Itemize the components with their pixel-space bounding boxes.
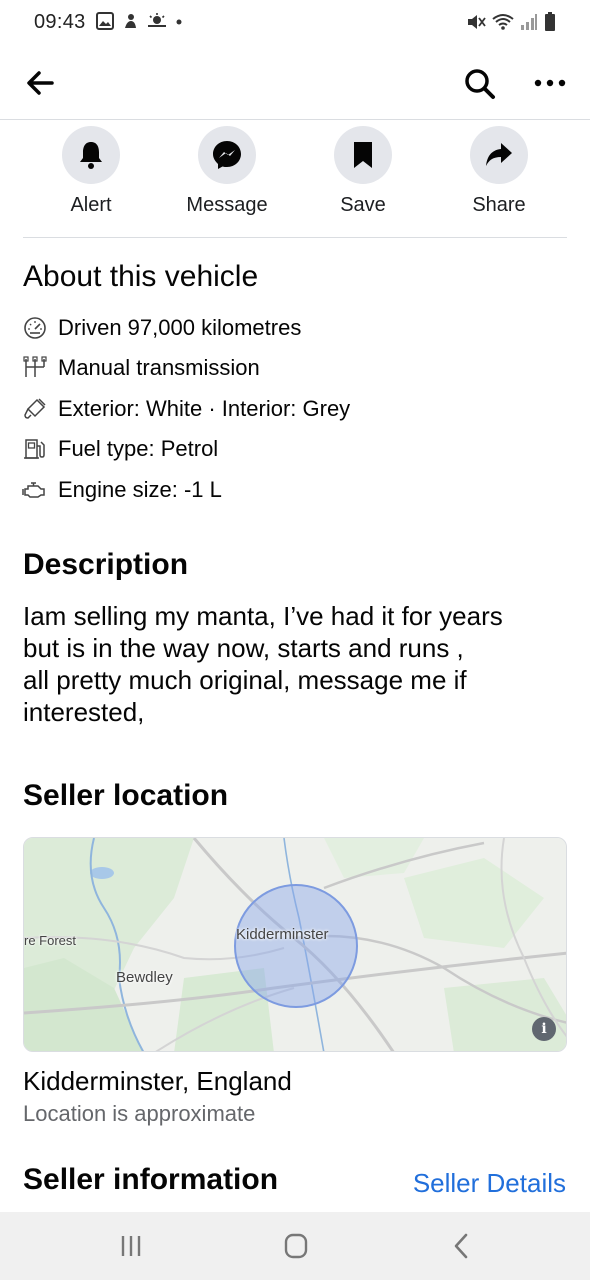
nav-back-icon[interactable]	[441, 1230, 481, 1262]
location-map[interactable]: Kidderminster Bewdley re Forest i	[23, 837, 567, 1052]
map-label-bewdley: Bewdley	[116, 969, 173, 986]
battery-icon	[544, 12, 556, 37]
gearbox-icon	[22, 355, 48, 381]
recent-apps-icon[interactable]	[111, 1230, 151, 1262]
alert-label: Alert	[70, 194, 112, 216]
seller-details-link[interactable]: Seller Details	[413, 1168, 566, 1199]
message-button[interactable]: Message	[167, 126, 287, 217]
map-info-icon[interactable]: i	[532, 1017, 556, 1041]
spec-transmission: Manual transmission	[22, 353, 260, 383]
location-note: Location is approximate	[23, 1101, 256, 1126]
speedometer-icon	[22, 315, 48, 341]
spec-text: Driven 97,000 kilometres	[58, 315, 302, 340]
about-title: About this vehicle	[23, 260, 259, 293]
weather-icon	[146, 12, 168, 35]
spec-text: Fuel type: Petrol	[58, 436, 219, 461]
search-icon[interactable]	[462, 66, 498, 102]
map-label-kidderminster: Kidderminster	[236, 926, 329, 943]
wifi-icon	[492, 13, 514, 36]
signal-icon	[520, 13, 538, 36]
spec-text: Exterior: White · Interior: Grey	[58, 396, 351, 421]
gallery-icon	[96, 12, 114, 35]
save-button[interactable]: Save	[303, 126, 423, 217]
home-icon[interactable]	[276, 1230, 316, 1262]
description-title: Description	[23, 548, 189, 581]
more-options-icon[interactable]	[530, 68, 570, 98]
spec-text: Manual transmission	[58, 355, 260, 380]
map-graphic	[24, 838, 566, 1051]
spec-text: Engine size: -1 L	[58, 477, 222, 502]
notification-icon	[121, 12, 139, 35]
spec-fuel: Fuel type: Petrol	[22, 434, 218, 464]
status-bar: 09:43	[0, 0, 590, 46]
system-nav-bar	[0, 1212, 590, 1280]
action-buttons: Alert Message Save Share	[0, 120, 590, 238]
paint-icon	[22, 396, 48, 422]
map-label-forest: re Forest	[24, 933, 77, 948]
engine-icon	[22, 477, 48, 503]
dot-icon	[175, 12, 183, 35]
back-arrow-icon[interactable]	[24, 68, 56, 98]
save-label: Save	[340, 194, 386, 216]
bell-icon	[62, 126, 120, 184]
message-label: Message	[186, 194, 268, 216]
mute-icon	[466, 13, 486, 36]
top-bar	[0, 46, 590, 120]
spec-colors: Exterior: White · Interior: Grey	[22, 394, 350, 424]
share-button[interactable]: Share	[439, 126, 559, 217]
description-text: Iam selling my manta, I’ve had it for ye…	[23, 601, 503, 727]
bookmark-icon	[334, 126, 392, 184]
fuel-pump-icon	[22, 436, 48, 462]
seller-location-title: Seller location	[23, 779, 229, 812]
seller-information-title: Seller information	[23, 1163, 279, 1196]
share-arrow-icon	[470, 126, 528, 184]
alert-button[interactable]: Alert	[31, 126, 151, 217]
spec-mileage: Driven 97,000 kilometres	[22, 313, 301, 343]
status-time: 09:43	[34, 11, 86, 33]
share-label: Share	[472, 194, 526, 216]
divider	[23, 237, 567, 238]
spec-engine: Engine size: -1 L	[22, 475, 222, 505]
messenger-icon	[198, 126, 256, 184]
location-name: Kidderminster, England	[23, 1066, 292, 1096]
